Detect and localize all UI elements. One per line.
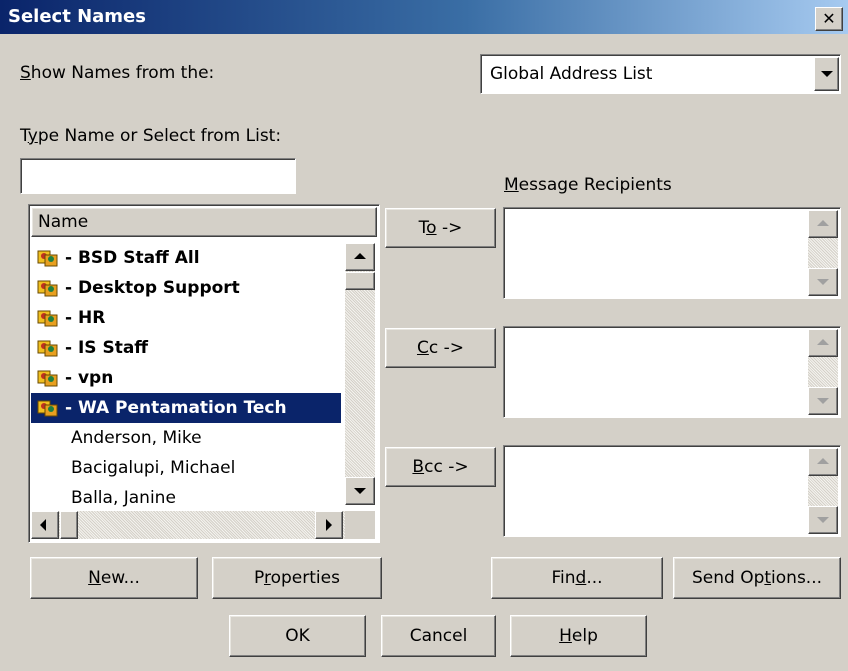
address-book-value: Global Address List (490, 64, 653, 84)
show-names-label: Show Names from the: (20, 63, 215, 83)
list-item-label: - BSD Staff All (65, 248, 200, 268)
help-button[interactable]: Help (510, 615, 647, 657)
message-recipients-label: Message Recipients (504, 175, 672, 195)
send-options-button[interactable]: Send Options... (673, 557, 841, 599)
address-book-dropdown-button[interactable] (814, 57, 839, 91)
properties-button[interactable]: Properties (212, 557, 382, 599)
ok-button[interactable]: OK (229, 615, 366, 657)
bcc-box-scrollbar[interactable] (808, 448, 838, 534)
cc-box-scrollbar[interactable] (808, 329, 838, 415)
distribution-list-icon (37, 370, 58, 387)
distribution-list-item[interactable]: - WA Pentamation Tech (31, 393, 341, 423)
new-button[interactable]: New... (30, 557, 198, 599)
arrow-right-icon (326, 519, 332, 531)
bcc-recipients-box[interactable] (503, 445, 841, 537)
to-recipients-box[interactable] (503, 207, 841, 299)
window-title: Select Names (8, 6, 146, 27)
arrow-down-icon (817, 398, 829, 404)
distribution-list-icon (37, 400, 58, 417)
title-bar[interactable]: Select Names ✕ (0, 0, 848, 34)
close-button[interactable]: ✕ (815, 7, 843, 31)
distribution-list-item[interactable]: - BSD Staff All (31, 243, 341, 273)
list-item-label: - IS Staff (65, 338, 149, 358)
scroll-up-button[interactable] (808, 210, 838, 238)
distribution-list-item[interactable]: - vpn (31, 363, 341, 393)
scroll-thumb[interactable] (345, 272, 375, 290)
distribution-list-icon (37, 280, 58, 297)
arrow-up-icon (354, 253, 366, 259)
scroll-up-button[interactable] (808, 329, 838, 357)
scroll-left-button[interactable] (31, 511, 59, 539)
distribution-list-icon (37, 310, 58, 327)
arrow-down-icon (817, 517, 829, 523)
arrow-up-icon (817, 458, 829, 464)
type-name-input[interactable] (20, 158, 296, 194)
list-item-label: - Desktop Support (65, 278, 240, 298)
scroll-right-button[interactable] (315, 511, 343, 539)
list-item-label: Balla, Janine (71, 488, 176, 508)
chevron-down-icon (821, 71, 833, 77)
name-list-horizontal-scrollbar[interactable] (31, 511, 345, 539)
scroll-up-button[interactable] (345, 243, 375, 271)
distribution-list-icon (37, 340, 58, 357)
scroll-corner (345, 511, 375, 539)
distribution-list-item[interactable]: - HR (31, 303, 341, 333)
arrow-up-icon (817, 220, 829, 226)
cc-button[interactable]: Cc -> (385, 328, 496, 368)
find-button[interactable]: Find... (491, 557, 663, 599)
scroll-down-button[interactable] (808, 387, 838, 415)
horizontal-scroll-thumb[interactable] (60, 511, 78, 539)
type-name-label: Type Name or Select from List: (20, 126, 282, 146)
arrow-down-icon (354, 488, 366, 494)
name-list-item[interactable]: Anderson, Mike (31, 423, 341, 453)
scroll-down-button[interactable] (808, 506, 838, 534)
to-box-scrollbar[interactable] (808, 210, 838, 296)
name-list[interactable]: Name - BSD Staff All - Desktop Support - H… (28, 204, 380, 543)
distribution-list-item[interactable]: - Desktop Support (31, 273, 341, 303)
list-item-label: - WA Pentamation Tech (65, 398, 287, 418)
to-button[interactable]: To -> (385, 208, 496, 248)
name-column-header[interactable]: Name (31, 207, 377, 237)
name-list-vertical-scrollbar[interactable] (345, 243, 375, 505)
distribution-list-icon (37, 250, 58, 267)
list-item-label: - vpn (65, 368, 114, 388)
name-list-item[interactable]: Balla, Janine (31, 483, 341, 513)
scroll-down-button[interactable] (808, 268, 838, 296)
arrow-down-icon (817, 279, 829, 285)
arrow-left-icon (40, 519, 46, 531)
name-list-item[interactable]: Bacigalupi, Michael (31, 453, 341, 483)
name-list-rows: - BSD Staff All - Desktop Support - HR - IS… (31, 243, 343, 513)
scroll-up-button[interactable] (808, 448, 838, 476)
scroll-down-button[interactable] (345, 477, 375, 505)
close-icon: ✕ (822, 9, 836, 28)
list-item-label: Bacigalupi, Michael (71, 458, 236, 478)
cc-recipients-box[interactable] (503, 326, 841, 418)
list-item-label: Anderson, Mike (71, 428, 202, 448)
list-item-label: - HR (65, 308, 106, 328)
arrow-up-icon (817, 339, 829, 345)
distribution-list-item[interactable]: - IS Staff (31, 333, 341, 363)
address-book-select[interactable]: Global Address List (480, 54, 841, 94)
bcc-button[interactable]: Bcc -> (385, 447, 496, 487)
cancel-button[interactable]: Cancel (381, 615, 496, 657)
name-column-header-label: Name (38, 212, 89, 232)
